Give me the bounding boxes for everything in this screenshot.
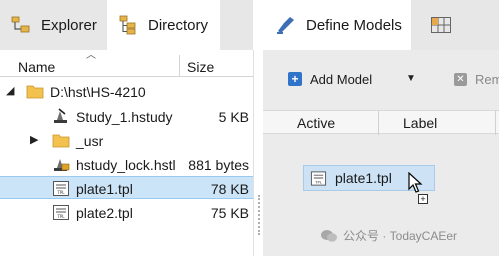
column-name[interactable]: Name bbox=[18, 59, 55, 75]
wechat-icon bbox=[321, 229, 337, 242]
collapse-arrow-icon[interactable]: ◢ bbox=[6, 84, 14, 97]
define-models-icon bbox=[275, 14, 297, 36]
models-table-header: Active Label bbox=[263, 110, 499, 135]
row-name: Study_1.hstudy bbox=[76, 109, 173, 125]
pane-splitter[interactable] bbox=[253, 50, 263, 256]
row-name: D:\hst\HS-4210 bbox=[50, 84, 146, 100]
row-name: _usr bbox=[76, 133, 104, 149]
directory-icon bbox=[117, 14, 139, 36]
models-toolbar: + Add Model ▼ ✕ Rem bbox=[263, 64, 499, 94]
column-divider[interactable] bbox=[495, 111, 496, 135]
watermark: 公众号 · TodayCAEer bbox=[320, 227, 457, 244]
folder-icon bbox=[52, 134, 70, 148]
column-divider[interactable] bbox=[378, 111, 379, 135]
tree-row-study[interactable]: Study_1.hstudy 5 KB bbox=[0, 105, 253, 128]
tpl-file-icon: TPL bbox=[53, 205, 69, 220]
row-size: 78 KB bbox=[210, 181, 249, 197]
row-size: 75 KB bbox=[210, 205, 249, 221]
tab-define-models[interactable]: Define Models bbox=[263, 0, 411, 50]
svg-text:TPL: TPL bbox=[56, 214, 65, 219]
svg-text:TPL: TPL bbox=[56, 190, 65, 195]
folder-icon bbox=[26, 85, 44, 99]
study-icon bbox=[54, 108, 67, 123]
splitter-grip-icon[interactable] bbox=[258, 195, 260, 235]
left-tab-bar: Explorer Directory bbox=[0, 0, 253, 50]
svg-text:TPL: TPL bbox=[314, 180, 323, 184]
tpl-file-icon: TPL bbox=[53, 181, 69, 196]
tree-row-plate1[interactable]: TPL plate1.tpl 78 KB bbox=[0, 176, 253, 199]
drag-copy-icon: + bbox=[418, 194, 428, 204]
row-size: 5 KB bbox=[218, 109, 249, 125]
drag-preview-label: plate1.tpl bbox=[335, 170, 392, 186]
file-table-header: ︿ Name Size bbox=[0, 50, 253, 77]
add-model-dropdown-icon[interactable]: ▼ bbox=[406, 73, 416, 84]
plus-icon: + bbox=[288, 72, 302, 86]
watermark-text: 公众号 · TodayCAEer bbox=[343, 229, 458, 243]
tab-directory[interactable]: Directory bbox=[107, 0, 220, 50]
row-name: plate1.tpl bbox=[76, 181, 133, 197]
tree-row-lock-file[interactable]: hstudy_lock.hstl 881 bytes bbox=[0, 153, 253, 176]
column-label[interactable]: Label bbox=[403, 115, 437, 131]
remove-model-label: Rem bbox=[475, 71, 499, 87]
tab-explorer[interactable]: Explorer bbox=[0, 0, 104, 50]
row-name: hstudy_lock.hstl bbox=[76, 157, 176, 173]
lock-file-icon bbox=[54, 159, 70, 171]
add-model-label: Add Model bbox=[310, 71, 373, 87]
add-model-button[interactable]: + Add Model bbox=[288, 68, 372, 90]
explorer-icon bbox=[10, 14, 32, 36]
column-active[interactable]: Active bbox=[297, 115, 335, 131]
explorer-pane: Explorer Directory ︿ Name Size ◢ D:\hst\… bbox=[0, 0, 253, 256]
tpl-file-icon: TPL bbox=[310, 170, 327, 186]
tree-row-usr-folder[interactable]: ▶ _usr bbox=[0, 129, 253, 152]
row-size: 881 bytes bbox=[188, 157, 249, 173]
tree-row-plate2[interactable]: TPL plate2.tpl 75 KB bbox=[0, 201, 253, 224]
remove-icon: ✕ bbox=[454, 72, 467, 86]
remove-model-button[interactable]: ✕ Rem bbox=[454, 68, 499, 90]
tree-row-root-folder[interactable]: ◢ D:\hst\HS-4210 bbox=[0, 80, 253, 103]
column-divider[interactable] bbox=[179, 55, 180, 77]
tab-directory-label: Directory bbox=[148, 16, 209, 34]
grid-view-icon[interactable] bbox=[430, 14, 452, 36]
row-name: plate2.tpl bbox=[76, 205, 133, 221]
tab-define-models-label: Define Models bbox=[306, 16, 402, 34]
column-size[interactable]: Size bbox=[187, 59, 214, 75]
sort-ascending-icon[interactable]: ︿ bbox=[86, 46, 96, 61]
mouse-cursor-icon bbox=[408, 172, 423, 193]
define-models-pane: Define Models + Add Model ▼ ✕ Rem Active… bbox=[263, 0, 499, 256]
tab-explorer-label: Explorer bbox=[41, 16, 97, 34]
expand-arrow-icon[interactable]: ▶ bbox=[30, 133, 38, 146]
right-tab-bar: Define Models bbox=[263, 0, 499, 50]
